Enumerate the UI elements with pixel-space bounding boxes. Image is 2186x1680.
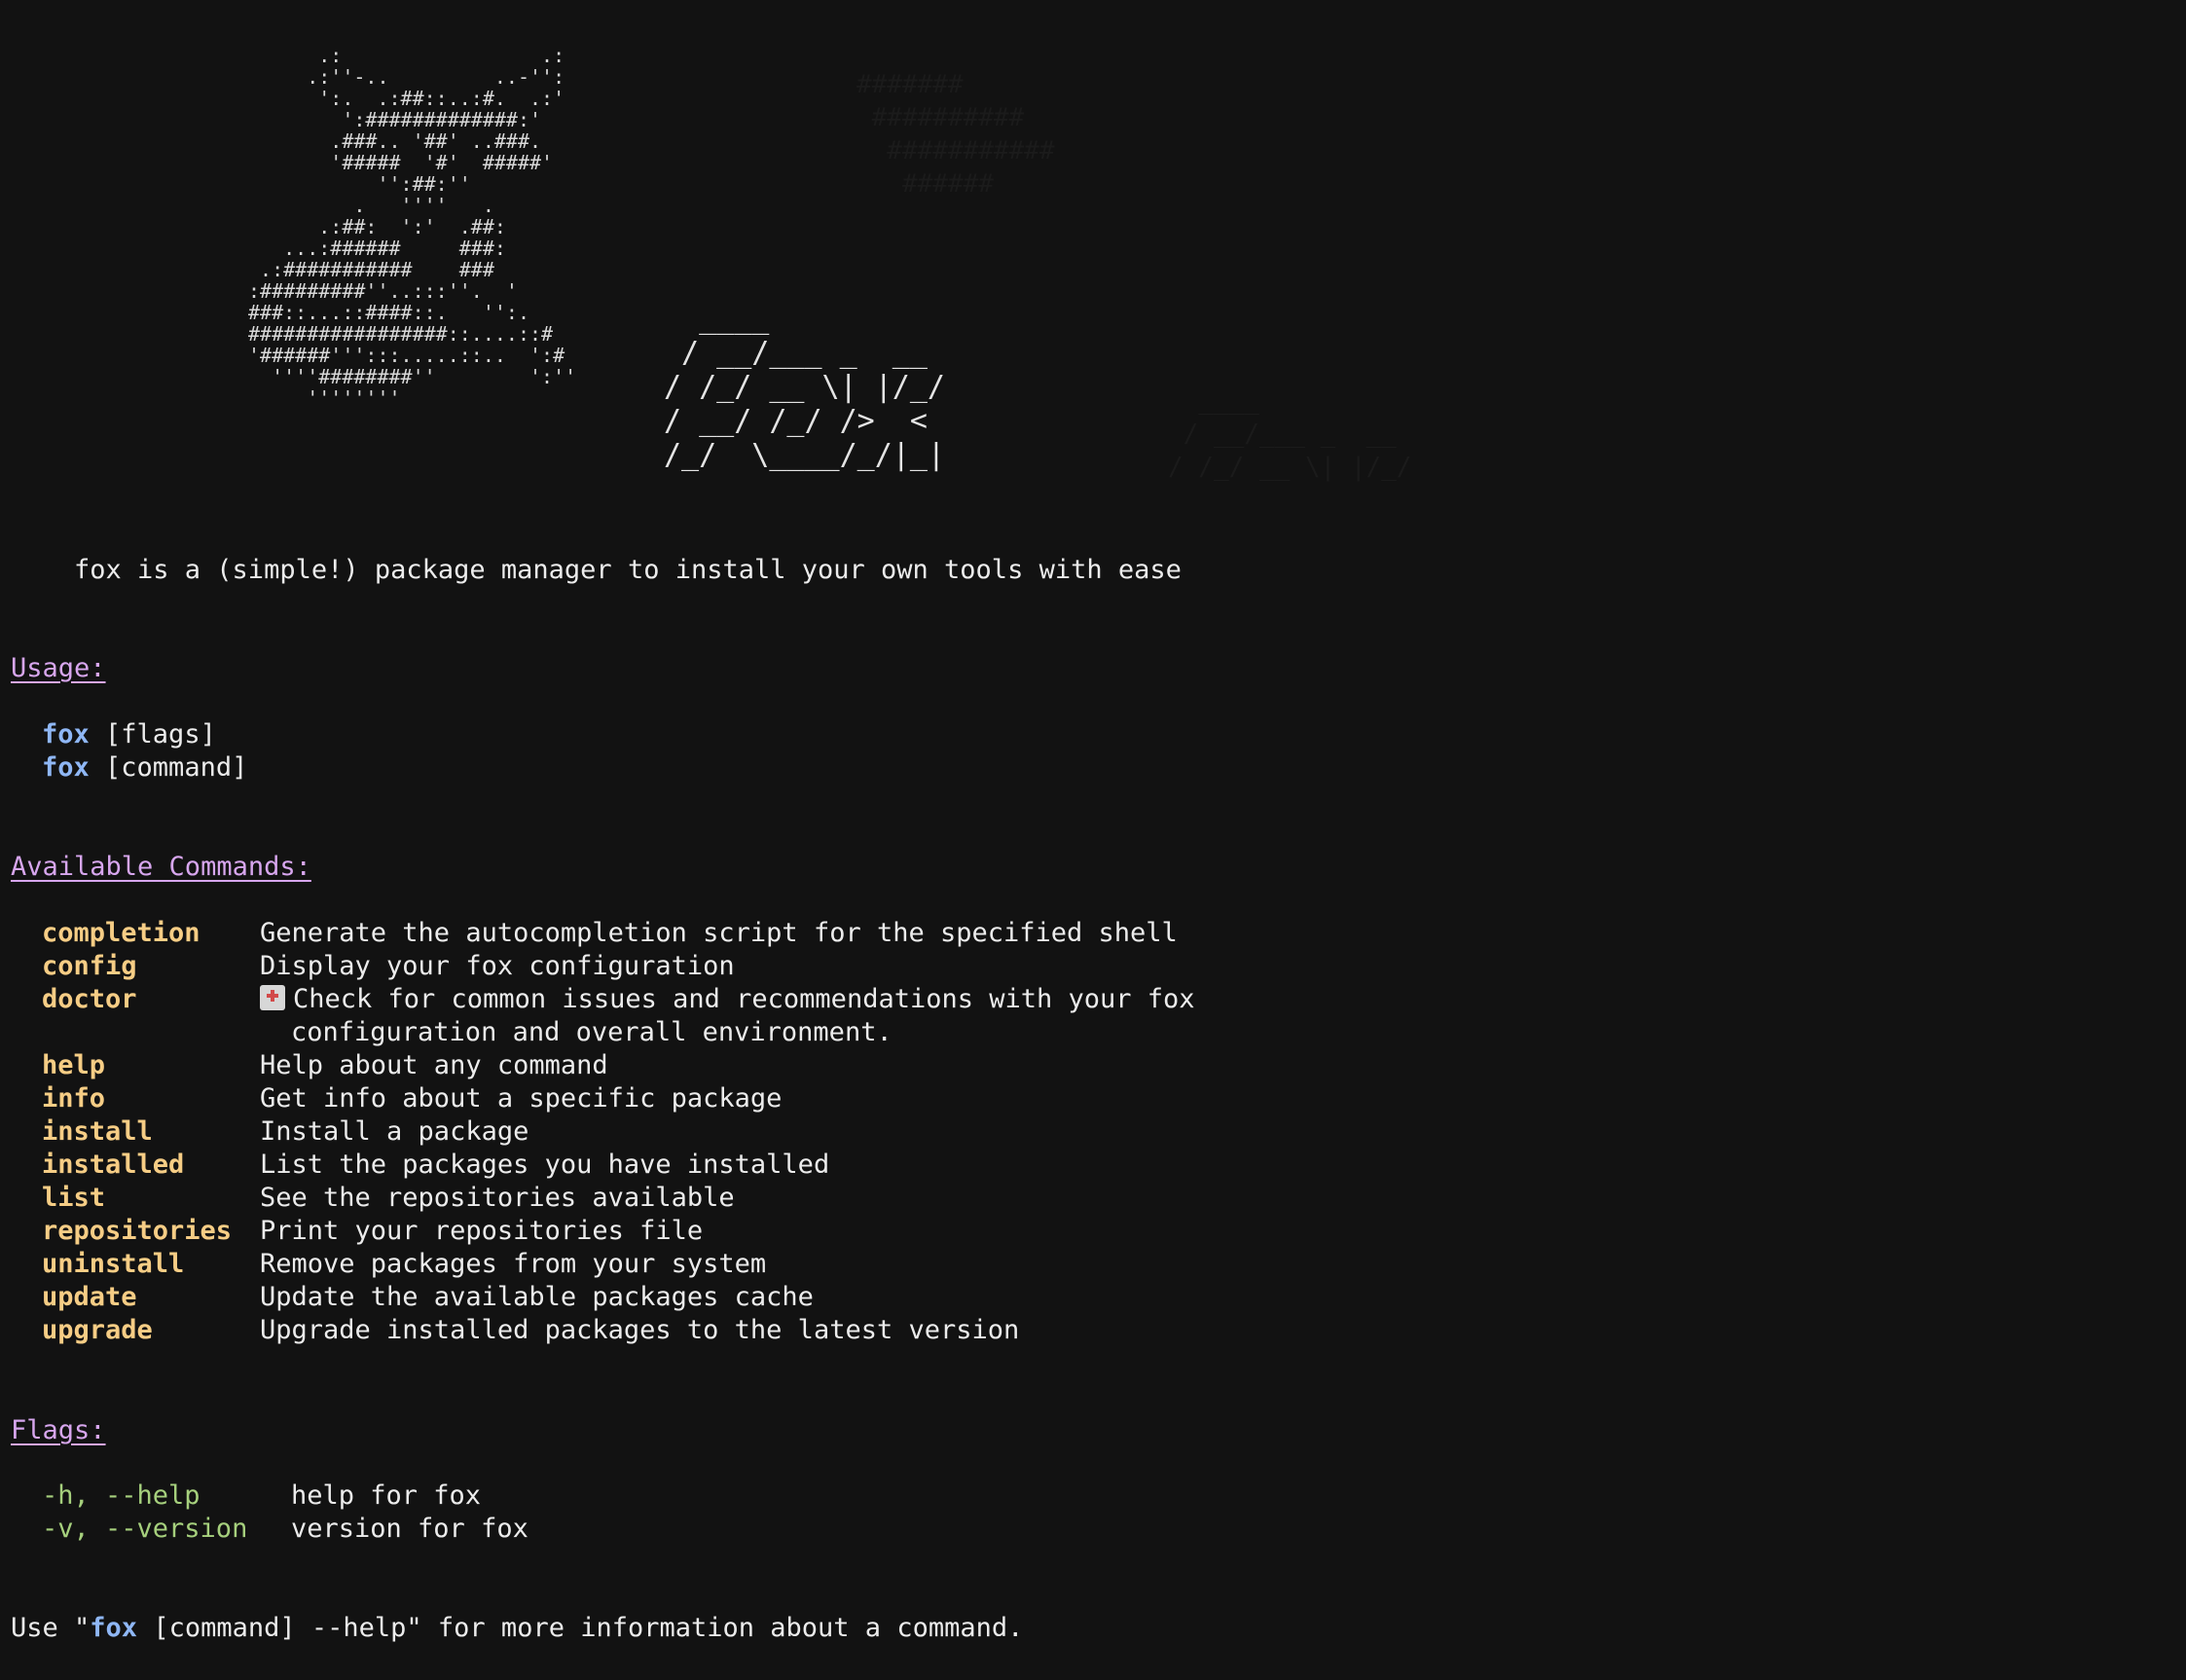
usage-args: [flags] — [89, 719, 216, 749]
background-watermark-text: ____ / __/___ _ __ / /_/ __ \| |/_/ — [1168, 386, 1412, 482]
footer-text-before: Use " — [11, 1613, 91, 1643]
command-desc-upgrade: Upgrade installed packages to the latest… — [260, 1315, 1020, 1345]
command-name-uninstall: uninstall — [42, 1249, 185, 1279]
fox-logo-art: .: .: .:''-.. ..-'': ':. .:##::..:#. .:'… — [248, 44, 577, 410]
command-desc-update: Update the available packages cache — [260, 1282, 814, 1312]
command-desc-info: Get info about a specific package — [260, 1083, 783, 1114]
fox-wordmark-art: ____ / __/___ _ __ / /_/ __ \| |/_/ / __… — [664, 302, 945, 472]
flags-heading: Flags: — [11, 1415, 106, 1445]
command-desc-doctor: Check for common issues and recommendati… — [260, 983, 1195, 1016]
command-desc-repositories: Print your repositories file — [260, 1216, 704, 1246]
command-desc-config: Display your fox configuration — [260, 951, 735, 981]
command-name-upgrade: upgrade — [42, 1315, 153, 1345]
program-name: fox — [90, 1613, 138, 1643]
command-name-completion: completion — [42, 918, 200, 948]
program-name: fox — [42, 719, 90, 749]
command-name-info: info — [42, 1083, 106, 1114]
command-name-config: config — [42, 951, 137, 981]
command-desc-help: Help about any command — [260, 1050, 608, 1080]
program-name: fox — [42, 752, 90, 783]
commands-heading: Available Commands: — [11, 852, 311, 882]
command-name-list: list — [42, 1183, 106, 1213]
command-desc-completion: Generate the autocompletion script for t… — [260, 918, 1178, 948]
background-watermark-text: ####### ########## ########### ###### — [856, 70, 1055, 199]
usage-line: fox [command] — [42, 751, 247, 785]
flag-version: -v, --version — [42, 1514, 248, 1544]
footer-text-after: [command] --help" for more information a… — [137, 1613, 1024, 1643]
command-name-installed: installed — [42, 1150, 185, 1180]
command-name-help: help — [42, 1050, 106, 1080]
command-desc-doctor-continued: configuration and overall environment. — [291, 1017, 893, 1047]
command-desc-install: Install a package — [260, 1116, 529, 1147]
flag-help-desc: help for fox — [291, 1480, 482, 1511]
flag-version-desc: version for fox — [291, 1514, 528, 1544]
medical-kit-icon — [260, 985, 285, 1010]
command-name-update: update — [42, 1282, 137, 1312]
command-desc-installed: List the packages you have installed — [260, 1150, 830, 1180]
usage-args: [command] — [89, 752, 248, 783]
command-name-install: install — [42, 1116, 153, 1147]
command-desc-doctor-text: Check for common issues and recommendati… — [293, 984, 1195, 1014]
tagline: fox is a (simple!) package manager to in… — [74, 555, 1182, 585]
flag-help: -h, --help — [42, 1480, 200, 1511]
usage-heading: Usage: — [11, 653, 106, 683]
usage-line: fox [flags] — [42, 718, 216, 751]
command-desc-list: See the repositories available — [260, 1183, 735, 1213]
terminal-window[interactable]: ####### ########## ########### ###### __… — [0, 0, 2186, 1680]
command-desc-uninstall: Remove packages from your system — [260, 1249, 767, 1279]
command-name-repositories: repositories — [42, 1216, 233, 1246]
footer-hint: Use "fox [command] --help" for more info… — [11, 1612, 1023, 1645]
command-name-doctor: doctor — [42, 984, 137, 1014]
